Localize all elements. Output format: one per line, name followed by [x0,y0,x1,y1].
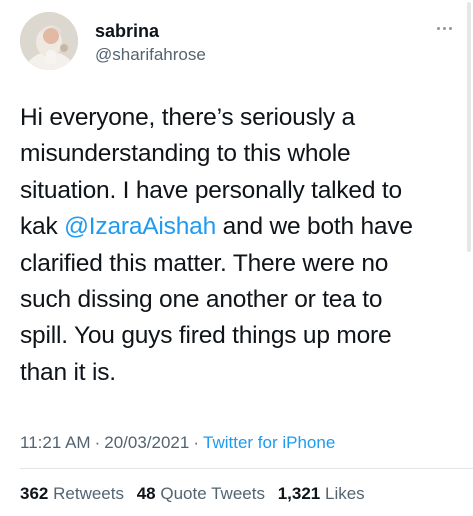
retweets-stat[interactable]: 362 Retweets [20,484,124,503]
avatar[interactable] [20,12,78,70]
quote-tweets-count: 48 [136,484,156,503]
tweet-stats: 362 Retweets 48 Quote Tweets 1,321 Likes [20,484,373,504]
tweet-line: Hi everyone, there’s seriously a [20,104,355,131]
tweet-time[interactable]: 11:21 AM [20,433,91,452]
tweet: sabrina @sharifahrose Hi everyone, there… [0,0,473,516]
tweet-line: than it is. [20,358,116,386]
retweets-label: Retweets [53,484,124,503]
tweet-date[interactable]: 20/03/2021 [104,433,189,452]
meta-separator: · [193,433,200,452]
tweet-text: Hi everyone, there’s seriously a misunde… [20,100,460,391]
tweet-line-with-mention: kak @IzaraAishah and we both have [20,209,460,245]
tweet-text-segment: kak [20,213,65,241]
tweet-source-link[interactable]: Twitter for iPhone [203,433,335,452]
tweet-meta: 11:21 AM · 20/03/2021 · Twitter for iPhone [20,433,335,453]
tweet-line: misunderstanding to this whole [20,140,351,168]
more-icon[interactable] [433,20,455,36]
likes-count: 1,321 [277,484,321,503]
user-handle[interactable]: @sharifahrose [95,45,206,65]
retweets-count: 362 [20,484,49,503]
quote-tweets-label: Quote Tweets [160,484,265,503]
divider [20,468,473,469]
meta-separator: · [94,433,101,452]
tweet-line: situation. I have personally talked to [20,176,402,204]
tweet-line: such dissing one another or tea to [20,286,383,314]
quote-tweets-stat[interactable]: 48 Quote Tweets [137,484,265,503]
tweet-line: spill. You guys fired things up more [20,322,392,350]
tweet-line: clarified this matter. There were no [20,249,389,277]
likes-label: Likes [324,484,365,503]
likes-stat[interactable]: 1,321 Likes [278,484,365,503]
profile-photo-icon [20,12,78,70]
tweet-text-segment: and we both have [216,213,413,241]
mention-link[interactable]: @IzaraAishah [64,213,216,240]
scrollbar[interactable] [467,2,471,252]
display-name[interactable]: sabrina [95,21,159,42]
